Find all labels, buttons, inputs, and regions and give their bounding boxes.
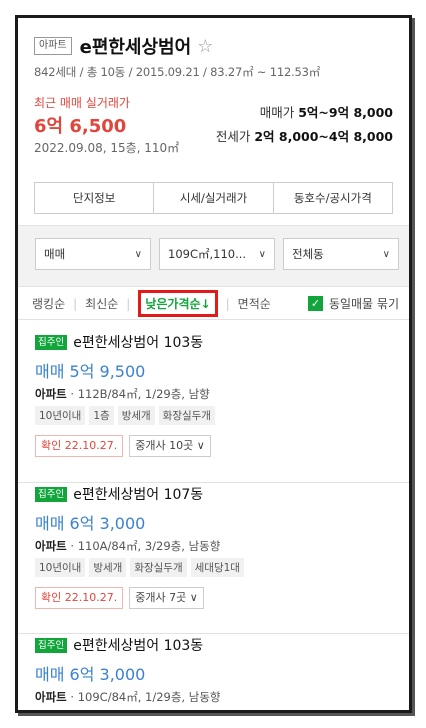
trade-type-value: 매매 (44, 247, 66, 261)
jeonse-price-range: 전세가 2억 8,000~4억 8,000 (216, 126, 393, 145)
tag: 화장실두개 (158, 406, 215, 425)
checkmark-icon[interactable]: ✓ (307, 296, 323, 311)
tab-complex-info[interactable]: 단지정보 (35, 183, 155, 213)
recent-trade-price: 6억 6,500 (34, 116, 127, 137)
chevron-down-icon: ∨ (134, 248, 142, 260)
listing-name: e편한세상범어 103동 (73, 638, 204, 654)
listing-desc: 아파트 · 110A/84㎡, 3/29층, 남동향 (35, 539, 221, 553)
dedupe-label: 동일매물 묶기 (328, 297, 399, 311)
star-icon[interactable]: ☆ (197, 36, 213, 57)
listing-name: e편한세상범어 103동 (73, 335, 204, 351)
filter-bar: 매매 ∨ 109C㎡,110... ∨ 전체동 ∨ (18, 225, 409, 287)
complex-tabs: 단지정보 시세/실거래가 동호수/공시가격 (34, 182, 393, 214)
tag: 1층 (89, 406, 114, 425)
verify-row: 확인 22.10.27. 중개사 10곳 ∨ (35, 435, 409, 457)
agents-count: 중개사 7곳 (135, 591, 187, 604)
verify-row: 확인 22.10.27. 중개사 7곳 ∨ (35, 587, 409, 609)
tag-list: 10년이내 방세개 화장실두개 세대당1대 (35, 558, 409, 577)
sort-bar: 랭킹순 | 최신순 | 낮은가격순↓ | 면적순 ✓ 동일매물 묶기 (18, 288, 409, 320)
verified-date: 확인 22.10.27. (35, 587, 124, 609)
listing-item[interactable]: 집주인 e편한세상범어 103동 매매 5억 9,500 아파트 · 112B/… (18, 332, 409, 457)
sale-range-label: 매매가 (259, 105, 295, 120)
chevron-down-icon: ∨ (382, 248, 390, 260)
tag: 방세개 (117, 406, 155, 425)
divider (18, 633, 409, 634)
jeonse-range-value: 2억 8,000~4억 8,000 (254, 129, 393, 144)
divider: | (126, 296, 131, 311)
owner-badge: 집주인 (35, 637, 68, 653)
listing-price: 매매 6억 3,000 (35, 665, 146, 684)
property-spec: 112B/84㎡, 1/29층, 남향 (77, 387, 210, 401)
sale-range-value: 5억~9억 8,000 (298, 105, 393, 120)
listing-title: 집주인 e편한세상범어 103동 (35, 635, 409, 655)
tab-market-price[interactable]: 시세/실거래가 (154, 183, 274, 213)
property-type: 아파트 (35, 539, 67, 553)
sort-ranking[interactable]: 랭킹순 (32, 295, 65, 312)
listing-item[interactable]: 집주인 e편한세상범어 103동 매매 6억 3,000 아파트 · 109C/… (18, 635, 409, 705)
divider: | (225, 296, 230, 311)
price-summary: 최근 매매 실거래가 6억 6,500 2022.09.08, 15층, 110… (34, 94, 393, 174)
tab-unit-price[interactable]: 동호수/공시가격 (274, 183, 392, 213)
complex-name: e편한세상범어 (79, 37, 192, 58)
property-type: 아파트 (35, 690, 67, 704)
property-type: 아파트 (35, 387, 67, 401)
listing-desc: 아파트 · 112B/84㎡, 1/29층, 남향 (35, 387, 210, 401)
agents-dropdown[interactable]: 중개사 10곳 ∨ (129, 435, 211, 457)
chevron-down-icon: ∨ (258, 248, 266, 260)
listing-title: 집주인 e편한세상범어 103동 (35, 332, 409, 352)
divider (18, 482, 409, 483)
listing-title: 집주인 e편한세상범어 107동 (35, 484, 409, 504)
title-row: 아파트 e편한세상범어 ☆ (34, 34, 393, 58)
tag: 10년이내 (35, 558, 86, 577)
chevron-down-icon: ∨ (189, 591, 198, 604)
owner-badge: 집주인 (35, 486, 68, 502)
sale-price-range: 매매가 5억~9억 8,000 (260, 102, 393, 121)
listing-price: 매매 6억 3,000 (35, 514, 146, 533)
recent-trade-date: 2022.09.08, 15층, 110㎡ (34, 141, 180, 155)
owner-badge: 집주인 (35, 334, 68, 350)
complex-header: 아파트 e편한세상범어 ☆ 842세대 / 총 10동 / 2015.09.21… (18, 18, 409, 214)
building-value: 전체동 (292, 247, 324, 261)
tag-list: 10년이내 1층 방세개 화장실두개 (35, 406, 409, 425)
building-select[interactable]: 전체동 ∨ (283, 238, 399, 270)
tag: 방세개 (89, 558, 127, 577)
divider: | (73, 296, 78, 311)
listing-price: 매매 5억 9,500 (35, 362, 146, 381)
area-select[interactable]: 109C㎡,110... ∨ (159, 238, 275, 270)
trade-type-select[interactable]: 매매 ∨ (35, 238, 151, 270)
type-badge: 아파트 (34, 37, 72, 55)
sort-latest[interactable]: 최신순 (85, 295, 118, 312)
listing-item[interactable]: 집주인 e편한세상범어 107동 매매 6억 3,000 아파트 · 110A/… (18, 484, 409, 609)
chevron-down-icon: ∨ (196, 439, 205, 452)
dedupe-toggle[interactable]: ✓ 동일매물 묶기 (307, 295, 399, 312)
listing-name: e편한세상범어 107동 (73, 487, 204, 503)
app-frame: 아파트 e편한세상범어 ☆ 842세대 / 총 10동 / 2015.09.21… (15, 15, 412, 713)
tag: 세대당1대 (190, 558, 244, 577)
agents-dropdown[interactable]: 중개사 7곳 ∨ (129, 587, 204, 609)
property-spec: 110A/84㎡, 3/29층, 남동향 (77, 539, 221, 553)
tag: 10년이내 (35, 406, 86, 425)
tag: 화장실두개 (130, 558, 187, 577)
agents-count: 중개사 10곳 (135, 439, 194, 452)
area-value: 109C㎡,110... (168, 247, 247, 261)
verified-date: 확인 22.10.27. (35, 435, 124, 457)
sort-low-price[interactable]: 낮은가격순↓ (138, 290, 218, 317)
complex-meta: 842세대 / 총 10동 / 2015.09.21 / 83.27㎡ ~ 11… (34, 65, 321, 79)
recent-trade-label: 최근 매매 실거래가 (34, 96, 130, 110)
property-spec: 109C/84㎡, 1/29층, 남동향 (77, 690, 221, 704)
jeonse-range-label: 전세가 (215, 129, 251, 144)
sort-area[interactable]: 면적순 (238, 295, 271, 312)
listing-desc: 아파트 · 109C/84㎡, 1/29층, 남동향 (35, 690, 221, 704)
